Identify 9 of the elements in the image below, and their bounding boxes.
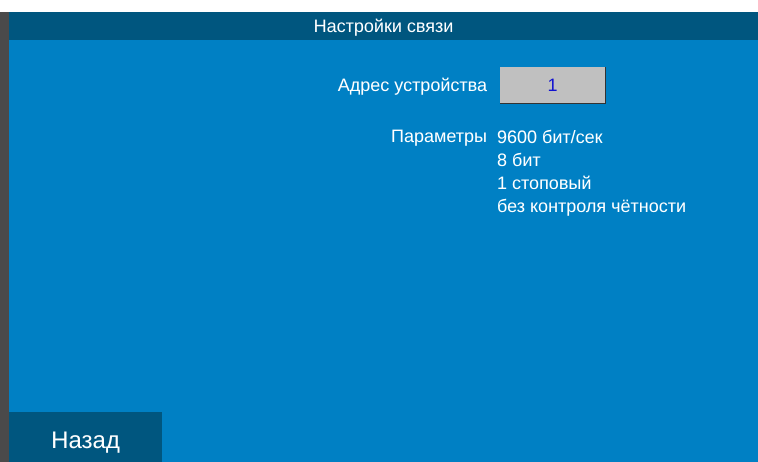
address-field[interactable]: 1: [500, 67, 606, 104]
address-label: Адрес устройства: [336, 75, 487, 96]
parameter-value: 1 стоповый: [497, 172, 592, 195]
parameter-value: 9600 бит/сек: [497, 126, 604, 149]
parameters-label: Параметры: [390, 126, 487, 148]
parameter-value: 8 бит: [497, 149, 542, 172]
back-button[interactable]: Назад: [9, 412, 162, 462]
window-title: Настройки связи: [9, 12, 758, 40]
parameter-value: без контроля чётности: [497, 195, 688, 218]
